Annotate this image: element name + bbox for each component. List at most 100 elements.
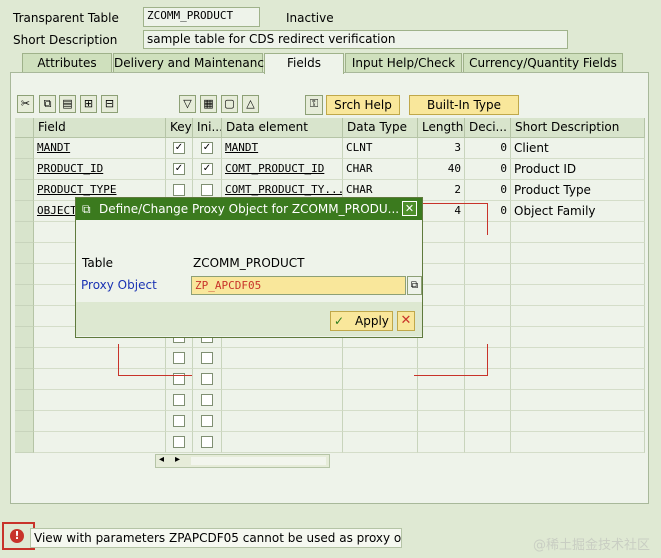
key-checkbox[interactable] (173, 352, 185, 364)
initial-checkbox[interactable]: ✓ (201, 142, 213, 154)
close-icon[interactable]: ✕ (402, 201, 417, 216)
empty-cell[interactable] (511, 243, 645, 264)
empty-cell[interactable] (222, 369, 343, 390)
row-selector[interactable] (15, 285, 34, 306)
row-selector[interactable] (15, 159, 34, 180)
paste-icon[interactable]: ▤ (59, 95, 76, 113)
key-checkbox[interactable] (173, 184, 185, 196)
key-checkbox[interactable] (173, 394, 185, 406)
empty-cell[interactable] (511, 369, 645, 390)
proxy-object-input[interactable]: ZP_APCDF05 (191, 276, 406, 295)
short-description-cell[interactable]: Product ID (511, 159, 645, 180)
row-selector[interactable] (15, 243, 34, 264)
empty-cell[interactable] (222, 390, 343, 411)
horizontal-scrollbar[interactable]: ◂ ▸ (155, 454, 330, 468)
data-type-cell[interactable]: CLNT (343, 138, 418, 159)
empty-cell[interactable] (222, 432, 343, 453)
initial-checkbox[interactable]: ✓ (201, 163, 213, 175)
empty-cell[interactable] (34, 348, 166, 369)
tab-fields[interactable]: Fields (264, 53, 344, 74)
empty-cell[interactable] (465, 369, 511, 390)
short-description-field[interactable]: sample table for CDS redirect verificati… (143, 30, 568, 49)
short-description-cell[interactable]: Product Type (511, 180, 645, 201)
cut-icon[interactable]: ✂ (17, 95, 34, 113)
search-help-button[interactable]: Srch Help (326, 95, 400, 115)
copy-icon[interactable]: ⧉ (39, 95, 56, 113)
empty-cell[interactable] (193, 432, 222, 453)
empty-cell[interactable] (193, 348, 222, 369)
tab-delivery-maintenance[interactable]: Delivery and Maintenance (113, 53, 271, 72)
cancel-icon[interactable]: ✕ (397, 311, 415, 331)
row-selector[interactable] (15, 264, 34, 285)
tab-attributes[interactable]: Attributes (22, 53, 112, 72)
scroll-right-icon[interactable]: ▸ (175, 454, 180, 465)
row-selector[interactable] (15, 348, 34, 369)
row-selector[interactable] (15, 306, 34, 327)
initial-checkbox[interactable] (201, 436, 213, 448)
empty-cell[interactable] (166, 390, 193, 411)
empty-cell[interactable] (222, 411, 343, 432)
decimals-cell[interactable]: 0 (465, 159, 511, 180)
copy-icon[interactable]: ⧉ (407, 276, 422, 295)
empty-cell[interactable] (511, 327, 645, 348)
empty-cell[interactable] (418, 432, 465, 453)
empty-cell[interactable] (193, 411, 222, 432)
row-selector[interactable] (15, 180, 34, 201)
col-length[interactable]: Length (418, 118, 465, 138)
empty-cell[interactable] (465, 411, 511, 432)
empty-cell[interactable] (511, 306, 645, 327)
empty-cell[interactable] (465, 432, 511, 453)
key-checkbox[interactable] (173, 436, 185, 448)
empty-cell[interactable] (511, 348, 645, 369)
empty-cell[interactable] (193, 390, 222, 411)
initial-checkbox[interactable] (201, 394, 213, 406)
row-selector[interactable] (15, 369, 34, 390)
empty-cell[interactable] (511, 222, 645, 243)
apply-button[interactable]: ✓ Apply (330, 311, 393, 331)
select-all-header[interactable] (15, 118, 34, 138)
decimals-cell[interactable]: 0 (465, 180, 511, 201)
initial-checkbox[interactable] (201, 352, 213, 364)
empty-cell[interactable] (465, 348, 511, 369)
empty-cell[interactable] (511, 285, 645, 306)
empty-cell[interactable] (418, 264, 465, 285)
empty-cell[interactable] (166, 432, 193, 453)
empty-cell[interactable] (465, 264, 511, 285)
empty-cell[interactable] (166, 411, 193, 432)
length-cell[interactable]: 40 (418, 159, 465, 180)
sort-icon[interactable]: ▽ (179, 95, 196, 113)
col-key[interactable]: Key (166, 118, 193, 138)
empty-cell[interactable] (465, 243, 511, 264)
empty-cell[interactable] (418, 348, 465, 369)
empty-cell[interactable] (465, 306, 511, 327)
key-checkbox[interactable]: ✓ (173, 142, 185, 154)
key-icon[interactable]: ⚿ (305, 95, 323, 115)
row-selector[interactable] (15, 327, 34, 348)
data-element-cell[interactable]: COMT_PRODUCT_ID (222, 159, 343, 180)
col-initial[interactable]: Ini... (193, 118, 222, 138)
row-selector[interactable] (15, 222, 34, 243)
empty-cell[interactable] (343, 390, 418, 411)
move-up-icon[interactable]: △ (242, 95, 259, 113)
empty-cell[interactable] (34, 369, 166, 390)
empty-cell[interactable] (418, 390, 465, 411)
empty-cell[interactable] (418, 369, 465, 390)
empty-cell[interactable] (343, 432, 418, 453)
row-selector[interactable] (15, 432, 34, 453)
empty-cell[interactable] (34, 390, 166, 411)
empty-cell[interactable] (465, 222, 511, 243)
key-checkbox[interactable] (173, 415, 185, 427)
col-decimals[interactable]: Deci... (465, 118, 511, 138)
row-selector[interactable] (15, 411, 34, 432)
length-cell[interactable]: 2 (418, 180, 465, 201)
empty-cell[interactable] (511, 264, 645, 285)
empty-cell[interactable] (418, 327, 465, 348)
empty-cell[interactable] (34, 432, 166, 453)
initial-checkbox[interactable] (201, 415, 213, 427)
initial-checkbox[interactable] (201, 184, 213, 196)
empty-cell[interactable] (511, 411, 645, 432)
col-short-description[interactable]: Short Description (511, 118, 645, 138)
length-cell[interactable]: 3 (418, 138, 465, 159)
scroll-track[interactable] (191, 457, 326, 465)
empty-cell[interactable] (465, 285, 511, 306)
